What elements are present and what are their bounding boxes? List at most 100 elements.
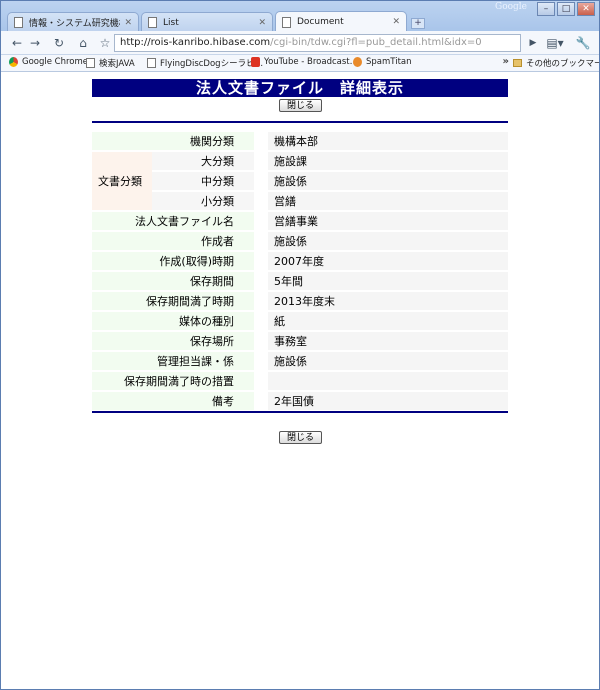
field-label: 保存期間満了時の措置 (92, 372, 254, 390)
back-icon[interactable]: ← (9, 35, 25, 51)
youtube-icon (251, 57, 260, 67)
field-value: 5年間 (268, 272, 508, 290)
field-value: 紙 (268, 312, 508, 330)
bookmark-google-chrome[interactable]: Google Chrome (9, 57, 88, 67)
field-label: 機関分類 (92, 132, 254, 150)
go-icon[interactable]: ▶ (525, 35, 541, 51)
page-menu-icon[interactable]: ▤▾ (545, 35, 565, 51)
bookmark-youtube[interactable]: YouTube - Broadcast… (251, 57, 358, 67)
table-row: 法人文書ファイル名 営繕事業 (92, 212, 508, 230)
table-row: 保存期間満了時期 2013年度末 (92, 292, 508, 310)
field-label: 備考 (92, 392, 254, 410)
address-bar[interactable]: http://rois-kanribo.hibase.com/cgi-bin/t… (114, 34, 521, 52)
tab-title: 情報・システム研究機構【大… (29, 19, 120, 29)
field-label: 作成者 (92, 232, 254, 250)
window-controls: – □ ✕ (535, 2, 595, 16)
table-row: 中分類 施設係 (92, 172, 508, 190)
google-brand-label: Google (495, 2, 527, 12)
close-button-top[interactable]: 閉じる (279, 99, 322, 112)
url-host: http://rois-kanribo.hibase.com (120, 37, 271, 48)
field-label: 中分類 (152, 172, 254, 190)
field-label: 保存期間満了時期 (92, 292, 254, 310)
home-icon[interactable]: ⌂ (75, 35, 91, 51)
field-value: 事務室 (268, 332, 508, 350)
page-icon (86, 58, 95, 68)
top-divider (92, 121, 508, 123)
field-value: 機構本部 (268, 132, 508, 150)
document-icon (14, 17, 23, 28)
title-bar: 情報・システム研究機構【大… ✕ List ✕ Document ✕ + Goo… (1, 1, 599, 32)
table-row: 保存期間 5年間 (92, 272, 508, 290)
field-label: 保存場所 (92, 332, 254, 350)
navigation-toolbar: ← → ↻ ⌂ ☆ http://rois-kanribo.hibase.com… (1, 31, 599, 55)
page-content: 法人文書ファイル 詳細表示 閉じる 機関分類 機構本部 文書分類 大分類 施設課… (1, 72, 599, 689)
tab-info-system[interactable]: 情報・システム研究機構【大… ✕ (7, 12, 139, 32)
tab-close-icon[interactable]: ✕ (258, 18, 266, 28)
bookmark-label: Google Chrome (22, 57, 89, 67)
chrome-icon (9, 57, 18, 67)
field-label: 小分類 (152, 192, 254, 210)
field-label: 管理担当課・係 (92, 352, 254, 370)
table-row: 備考 2年国債 (92, 392, 508, 410)
table-row: 小分類 営繕 (92, 192, 508, 210)
bookmark-star-icon[interactable]: ☆ (97, 35, 113, 51)
document-icon (148, 17, 157, 28)
field-value: 施設係 (268, 352, 508, 370)
url-path: /cgi-bin/tdw.cgi?fl=pub_detail.html&idx=… (270, 37, 482, 48)
field-value: 施設課 (268, 152, 508, 170)
table-row: 作成(取得)時期 2007年度 (92, 252, 508, 270)
table-row: 管理担当課・係 施設係 (92, 352, 508, 370)
new-tab-button[interactable]: + (411, 18, 425, 29)
other-bookmarks-label: その他のブックマーク (526, 59, 599, 69)
spamtitan-icon (353, 57, 362, 67)
tab-list[interactable]: List ✕ (141, 12, 273, 32)
bookmark-search-java[interactable]: 検索JAVA (86, 57, 135, 69)
reload-icon[interactable]: ↻ (51, 35, 67, 51)
table-row: 文書分類 大分類 施設課 (92, 152, 508, 210)
detail-table: 機関分類 機構本部 文書分類 大分類 施設課 中分類 施設係 小分類 営繕 法人… (92, 130, 508, 412)
field-value: 2007年度 (268, 252, 508, 270)
forward-icon[interactable]: → (27, 35, 43, 51)
bookmark-label: YouTube - Broadcast… (264, 57, 359, 67)
tab-title: List (163, 17, 179, 28)
tab-document[interactable]: Document ✕ (275, 11, 407, 32)
group-label: 文書分類 (92, 152, 153, 210)
minimize-icon[interactable]: – (537, 2, 555, 16)
other-bookmarks[interactable]: その他のブックマーク (513, 57, 599, 69)
close-icon[interactable]: ✕ (577, 2, 595, 16)
bookmarks-bar: Google Chrome 検索JAVA FlyingDiscDogシーラビ… … (1, 55, 599, 72)
field-label: 保存期間 (92, 272, 254, 290)
table-row: 保存場所 事務室 (92, 332, 508, 350)
field-value: 2年国債 (268, 392, 508, 410)
table-row: 機関分類 機構本部 (92, 132, 508, 150)
bookmark-label: 検索JAVA (99, 59, 135, 69)
bookmark-label: SpamTitan (366, 57, 412, 67)
field-value: 2013年度末 (268, 292, 508, 310)
document-icon (282, 16, 291, 28)
bottom-divider (92, 411, 508, 413)
browser-window: 情報・システム研究機構【大… ✕ List ✕ Document ✕ + Goo… (0, 0, 600, 690)
field-value: 施設係 (268, 172, 508, 190)
wrench-menu-icon[interactable]: 🔧 (573, 35, 593, 51)
table-row: 媒体の種別 紙 (92, 312, 508, 330)
table-row: 保存期間満了時の措置 (92, 372, 508, 390)
bookmark-flyingdiscdog[interactable]: FlyingDiscDogシーラビ… (147, 57, 263, 69)
maximize-icon[interactable]: □ (557, 2, 575, 16)
close-button-bottom[interactable]: 閉じる (279, 431, 322, 444)
folder-icon (513, 59, 522, 67)
tab-strip: 情報・システム研究機構【大… ✕ List ✕ Document ✕ + (7, 11, 425, 32)
field-label: 媒体の種別 (92, 312, 254, 330)
table-row: 作成者 施設係 (92, 232, 508, 250)
tab-close-icon[interactable]: ✕ (124, 18, 132, 28)
bookmark-spamtitan[interactable]: SpamTitan (353, 57, 412, 67)
tab-close-icon[interactable]: ✕ (392, 17, 400, 27)
field-label: 大分類 (152, 152, 254, 170)
page-title: 法人文書ファイル 詳細表示 (92, 79, 508, 97)
page-icon (147, 58, 156, 68)
bookmark-label: FlyingDiscDogシーラビ… (160, 59, 264, 69)
tab-title: Document (297, 17, 344, 27)
field-label: 法人文書ファイル名 (92, 212, 254, 230)
bookmarks-overflow-icon[interactable]: » (503, 56, 509, 67)
field-label: 作成(取得)時期 (92, 252, 254, 270)
field-value: 営繕 (268, 192, 508, 210)
